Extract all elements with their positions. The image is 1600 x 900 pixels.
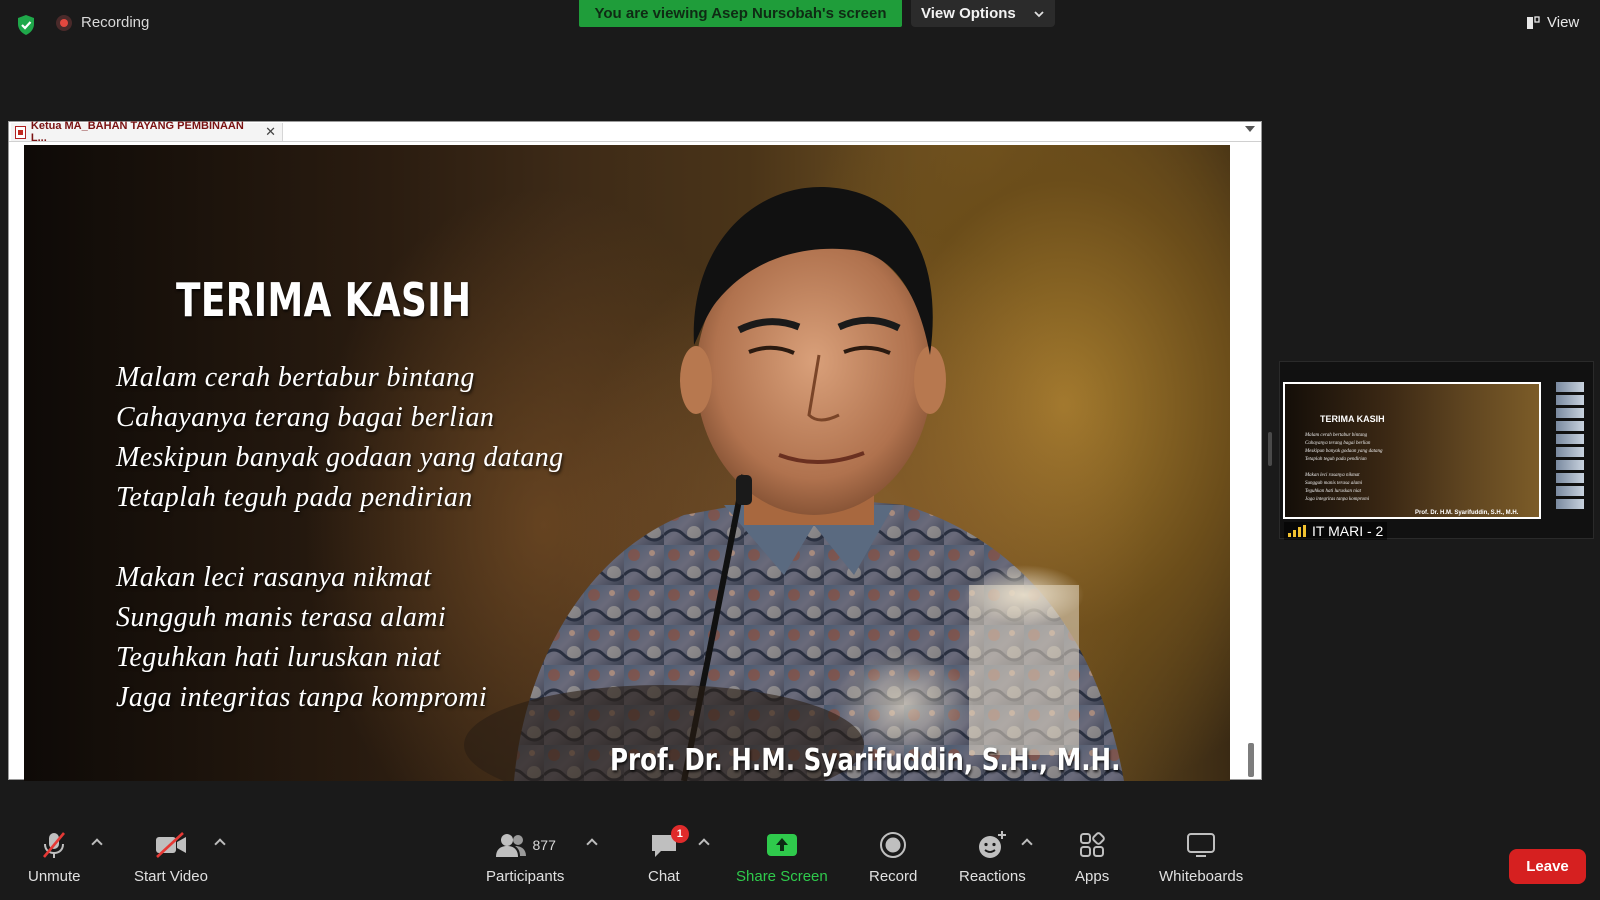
participant-video-thumbnail[interactable]: TERIMA KASIH Malam cerah bertabur bintan…: [1279, 361, 1594, 540]
poem-line: Makan leci rasanya nikmat: [116, 562, 432, 593]
participants-options-caret-icon[interactable]: [586, 838, 598, 850]
start-video-button[interactable]: Start Video: [134, 830, 208, 885]
chevron-down-icon: [1034, 10, 1044, 17]
leave-label: Leave: [1526, 858, 1569, 875]
thumbnail-poem-line: Sungguh manis terasa alami: [1305, 481, 1363, 486]
thumbnail-slide-title: TERIMA KASIH: [1320, 414, 1385, 424]
view-options-label: View Options: [921, 5, 1016, 22]
thumbnail-gallery-strip: [1556, 382, 1584, 522]
thumbnail-poem-line: Malam cerah bertabur bintang: [1305, 433, 1368, 438]
smiley-plus-icon: [979, 831, 1007, 858]
participant-name: IT MARI - 2: [1312, 523, 1384, 539]
shared-screen: Ketua MA_BAHAN TAYANG PEMBINAAN L... ✕ T…: [8, 120, 1262, 781]
poem-line: Jaga integritas tanpa kompromi: [116, 682, 488, 713]
thumbnail-poem-line: Jaga integritas tanpa kompromi: [1305, 497, 1370, 502]
record-button[interactable]: Record: [869, 830, 917, 885]
participants-label: Participants: [486, 868, 565, 885]
poem-line: Cahayanya terang bagai berlian: [116, 402, 495, 433]
apps-icon: [1080, 832, 1105, 857]
meeting-toolbar: Unmute Start Video 877 Participants 1 Ch…: [0, 825, 1600, 900]
poem-line: Sungguh manis terasa alami: [116, 602, 447, 633]
leave-meeting-button[interactable]: Leave: [1509, 849, 1586, 884]
viewing-banner-text: You are viewing Asep Nursobah's screen: [594, 5, 887, 22]
document-tab-title: Ketua MA_BAHAN TAYANG PEMBINAAN L...: [30, 120, 244, 144]
thumbnail-poem-preview: Malam cerah bertabur bintang Cahayanya t…: [1305, 432, 1383, 504]
reactions-label: Reactions: [959, 868, 1026, 885]
audio-options-caret-icon[interactable]: [91, 838, 103, 850]
poem-stanza-2: Makan leci rasanya nikmat Sungguh manis …: [116, 558, 564, 718]
security-shield-icon[interactable]: [16, 14, 36, 36]
share-screen-icon: [766, 834, 797, 856]
thumbnail-poem-line: Makan leci rasanya nikmat: [1305, 473, 1360, 478]
microphone-muted-icon: [43, 832, 66, 858]
thumbnail-signature: Prof. Dr. H.M. Syarifuddin, S.H., M.H.: [1415, 510, 1519, 516]
view-options-button[interactable]: View Options: [911, 0, 1055, 27]
chat-button[interactable]: 1 Chat: [648, 825, 689, 885]
poem-line: Meskipun banyak godaan yang datang: [116, 442, 564, 473]
slide-signature: Prof. Dr. H.M. Syarifuddin, S.H., M.H.: [610, 743, 1121, 778]
share-screen-label: Share Screen: [736, 868, 828, 885]
scrollbar-thumb[interactable]: [1248, 743, 1254, 777]
recording-dot-icon: [56, 14, 72, 31]
panel-resize-handle[interactable]: [1268, 432, 1272, 466]
chat-options-caret-icon[interactable]: [698, 838, 710, 850]
viewing-screen-banner: You are viewing Asep Nursobah's screen: [579, 0, 902, 27]
document-scrollbar[interactable]: [1231, 142, 1261, 779]
layout-icon: [1527, 15, 1540, 29]
thumbnail-poem-line: Tetaplah teguh pada pendirian: [1305, 457, 1367, 462]
apps-button[interactable]: Apps: [1075, 830, 1109, 885]
thumbnail-poem-line: Teguhkan hati luruskan niat: [1305, 489, 1362, 494]
thumbnail-poem-line: Meskipun banyak godaan yang datang: [1305, 449, 1383, 454]
document-tab-bar: Ketua MA_BAHAN TAYANG PEMBINAAN L... ✕: [9, 120, 1261, 144]
pdf-file-icon: [15, 125, 26, 139]
start-video-label: Start Video: [134, 868, 208, 885]
whiteboards-label: Whiteboards: [1159, 868, 1244, 885]
slide-title: TERIMA KASIH: [176, 273, 472, 327]
recording-label: Recording: [81, 14, 150, 31]
tab-list-dropdown-icon[interactable]: [1245, 126, 1255, 132]
recording-indicator[interactable]: Recording: [56, 14, 149, 31]
apps-label: Apps: [1075, 868, 1110, 885]
unmute-button[interactable]: Unmute: [28, 830, 81, 885]
chat-unread-badge: 1: [670, 825, 689, 843]
view-label: View: [1547, 14, 1580, 31]
participant-name-tag: IT MARI - 2: [1284, 522, 1388, 540]
participants-icon: [495, 834, 526, 857]
presentation-slide: TERIMA KASIH Malam cerah bertabur bintan…: [24, 145, 1230, 781]
poem-line: Teguhkan hati luruskan niat: [116, 642, 441, 673]
record-label: Record: [869, 868, 918, 885]
poem-line: Tetaplah teguh pada pendirian: [116, 482, 473, 513]
reactions-button[interactable]: Reactions: [959, 830, 1026, 885]
signal-strength-icon: [1288, 525, 1306, 537]
chat-label: Chat: [648, 868, 680, 885]
view-layout-button[interactable]: View: [1526, 14, 1579, 31]
thumbnail-slide-preview: TERIMA KASIH Malam cerah bertabur bintan…: [1283, 382, 1541, 519]
record-icon: [880, 832, 907, 858]
poem-stanza-1: Malam cerah bertabur bintang Cahayanya t…: [116, 358, 564, 518]
poem-text: Malam cerah bertabur bintang Cahayanya t…: [116, 358, 564, 758]
whiteboards-button[interactable]: Whiteboards: [1159, 830, 1243, 885]
video-options-caret-icon[interactable]: [214, 838, 226, 850]
document-tab[interactable]: Ketua MA_BAHAN TAYANG PEMBINAAN L... ✕: [11, 120, 283, 144]
close-tab-icon[interactable]: ✕: [265, 124, 276, 140]
participants-count: 877: [532, 837, 556, 853]
video-camera-off-icon: [155, 832, 186, 858]
whiteboard-icon: [1187, 833, 1216, 857]
thumbnail-poem-line: Cahayanya terang bagai berlian: [1305, 441, 1371, 446]
unmute-label: Unmute: [28, 868, 81, 885]
share-screen-button[interactable]: Share Screen: [736, 830, 828, 885]
poem-line: Malam cerah bertabur bintang: [116, 362, 475, 393]
participants-button[interactable]: 877 Participants: [486, 830, 564, 885]
